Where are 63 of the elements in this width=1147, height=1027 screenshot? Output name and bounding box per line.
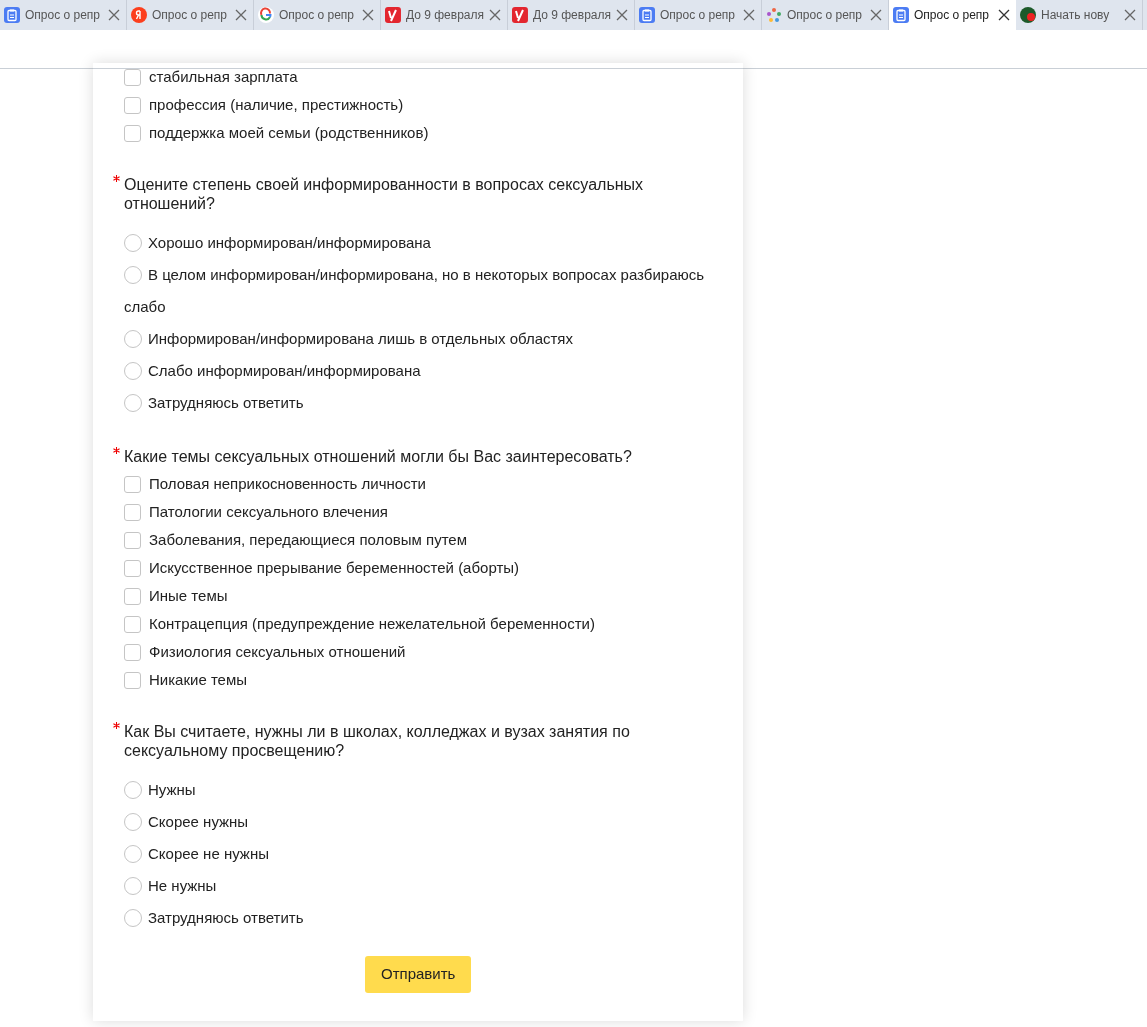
option-label: профессия (наличие, престижность) bbox=[149, 94, 404, 115]
checkbox[interactable] bbox=[124, 96, 141, 114]
option-label: стабильная зарплата bbox=[149, 66, 298, 87]
checkbox[interactable] bbox=[124, 615, 141, 633]
option-label: Скорее не нужны bbox=[124, 838, 714, 870]
browser-tab[interactable]: Опрос о репр bbox=[254, 0, 381, 30]
checkbox[interactable] bbox=[124, 503, 141, 521]
logo-icon bbox=[512, 7, 528, 23]
browser-tab[interactable]: До 9 февраля bbox=[381, 0, 508, 30]
radio-button[interactable] bbox=[124, 394, 142, 412]
option-label: поддержка моей семьи (родственников) bbox=[149, 122, 429, 143]
option-label: Никакие темы bbox=[149, 669, 248, 690]
option-label: Контрацепция (предупреждение нежелательной беременности) bbox=[149, 613, 595, 634]
checkbox[interactable] bbox=[124, 587, 141, 605]
browser-tab[interactable]: Опрос о репр bbox=[889, 0, 1016, 30]
browser-tab[interactable]: Опрос о репр bbox=[635, 0, 762, 30]
browser-tab[interactable]: Опрос о репр bbox=[127, 0, 254, 30]
clipboard-icon bbox=[893, 7, 909, 23]
round-logo-icon bbox=[1020, 7, 1036, 23]
option-label: Половая неприкосновенность личности bbox=[149, 473, 426, 494]
checkbox[interactable] bbox=[124, 475, 141, 493]
option-label: Заболевания, передающиеся половым путем bbox=[149, 529, 467, 550]
radio-button[interactable] bbox=[124, 845, 142, 863]
question-text: Оцените степень своей информированности в вопросах сексуальных отношений? bbox=[124, 176, 644, 212]
option-label: Не нужны bbox=[124, 870, 714, 902]
radio-button[interactable] bbox=[124, 234, 142, 252]
g-icon bbox=[258, 7, 274, 23]
checkbox[interactable] bbox=[124, 124, 141, 142]
question-text: Как Вы считаете, нужны ли в школах, колледжах и вузах занятия по сексуальному просвещению? bbox=[124, 723, 630, 759]
radio-button[interactable] bbox=[124, 266, 142, 284]
checkbox[interactable] bbox=[124, 531, 141, 549]
flower-icon bbox=[766, 7, 782, 23]
logo-icon bbox=[385, 7, 401, 23]
browser-tab[interactable]: Начать нову bbox=[1016, 0, 1143, 30]
radio-button[interactable] bbox=[124, 781, 142, 799]
option-label: Слабо информирован/информирована bbox=[124, 355, 714, 387]
browser-tab[interactable]: Опрос о репр bbox=[0, 0, 127, 30]
option-label: В целом информирован/информирована, но в некоторых вопросах разбираюсь слабо bbox=[124, 265, 706, 317]
radio-button[interactable] bbox=[124, 813, 142, 831]
submit-button[interactable]: Отправить bbox=[365, 956, 472, 993]
option-label: Патологии сексуального влечения bbox=[149, 501, 388, 522]
question-text: Какие темы сексуальных отношений могли бы Вас заинтересовать? bbox=[124, 448, 632, 465]
clipboard-icon bbox=[4, 7, 20, 23]
option-label: Информирован/информирована лишь в отдельных областях bbox=[124, 323, 714, 355]
option-label: Иные темы bbox=[149, 585, 228, 606]
radio-button[interactable] bbox=[124, 362, 142, 380]
checkbox[interactable] bbox=[124, 559, 141, 577]
browser-tab[interactable]: До 9 февраля bbox=[508, 0, 635, 30]
radio-button[interactable] bbox=[124, 330, 142, 348]
option-label: Затрудняюсь ответить bbox=[124, 387, 714, 419]
letter-icon bbox=[131, 7, 147, 23]
checkbox[interactable] bbox=[124, 671, 141, 689]
option-label: Скорее нужны bbox=[124, 806, 714, 838]
clipboard-icon bbox=[639, 7, 655, 23]
radio-button[interactable] bbox=[124, 909, 142, 927]
close-icon[interactable] bbox=[998, 9, 1010, 21]
checkbox[interactable] bbox=[124, 643, 141, 661]
option-label: Нужны bbox=[124, 774, 714, 806]
option-label: Хорошо информирован/информирована bbox=[124, 227, 714, 259]
radio-button[interactable] bbox=[124, 877, 142, 895]
option-label: Искусственное прерывание беременностей (аборты) bbox=[149, 557, 520, 578]
option-label: Затрудняюсь ответить bbox=[124, 902, 714, 934]
option-label: Физиология сексуальных отношений bbox=[149, 641, 406, 662]
